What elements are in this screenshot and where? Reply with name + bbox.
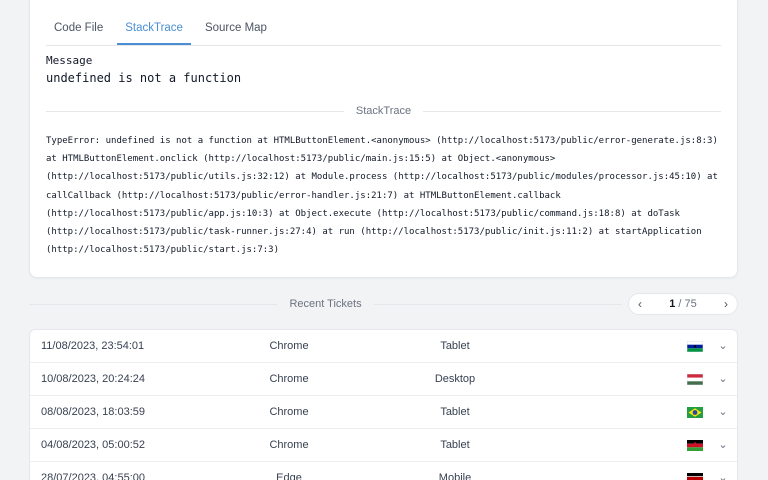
ticket-browser: Chrome [269,439,309,451]
chevron-down-icon[interactable]: ⌄ [715,330,731,363]
message-value: undefined is not a function [46,71,242,85]
ticket-device: Tablet [440,406,470,418]
table-row[interactable]: 11/08/2023, 23:54:01 Chrome Tablet ⌄ [30,330,737,363]
page-total: 75 [684,298,697,310]
ticket-datetime: 11/08/2023, 23:54:01 [41,340,145,352]
pagination: ‹ 1 / 75 › [628,293,739,315]
divider-line-right [373,303,623,305]
table-row[interactable]: 28/07/2023, 04:55:00 Edge Mobile ⌄ [30,462,737,480]
divider-line-left [46,110,344,112]
tab-stacktrace[interactable]: StackTrace [117,22,191,45]
divider-line-left [29,303,278,305]
page-separator: / [678,298,682,310]
recent-tickets-header: Recent Tickets ‹ 1 / 75 › [29,293,739,315]
kenya-flag-icon [687,473,703,480]
chevron-right-icon[interactable]: › [715,297,737,311]
tickets-table: 11/08/2023, 23:54:01 Chrome Tablet ⌄ 10/… [29,329,738,480]
chevron-down-icon[interactable]: ⌄ [715,396,731,429]
hungary-flag-icon [687,374,703,385]
ticket-device: Mobile [438,472,472,480]
page-indicator: 1 / 75 [651,298,715,310]
ticket-browser: Chrome [269,406,309,418]
stacktrace-divider-label: StackTrace [355,105,412,117]
table-row[interactable]: 08/08/2023, 18:03:59 Chrome Tablet ⌄ [30,396,737,429]
ticket-datetime: 04/08/2023, 05:00:52 [41,439,145,451]
malawi-flag-icon [687,440,703,451]
chevron-down-icon[interactable]: ⌄ [715,363,731,396]
message-label: Message [46,54,93,67]
ticket-browser: Chrome [269,340,309,352]
stacktrace-divider: StackTrace [46,105,722,117]
chevron-down-icon[interactable]: ⌄ [715,429,731,462]
ticket-device: Tablet [440,340,470,352]
divider-line-right [423,110,722,112]
page-current: 1 [669,298,676,310]
table-row[interactable]: 04/08/2023, 05:00:52 Chrome Tablet ⌄ [30,429,737,462]
detail-tabs: Code File StackTrace Source Map [46,0,721,46]
table-row[interactable]: 10/08/2023, 20:24:24 Chrome Desktop ⌄ [30,363,737,396]
chevron-left-icon[interactable]: ‹ [629,297,651,311]
lesotho-flag-icon [687,341,703,352]
ticket-browser: Edge [276,472,302,480]
stacktrace-text: TypeError: undefined is not a function a… [46,136,718,256]
chevron-down-icon[interactable]: ⌄ [715,462,731,480]
ticket-device: Tablet [440,439,470,451]
ticket-datetime: 28/07/2023, 04:55:00 [41,472,145,480]
error-detail-card: Code File StackTrace Source Map Message … [29,0,738,278]
tab-source-map[interactable]: Source Map [197,22,275,45]
recent-tickets-label: Recent Tickets [289,298,362,310]
tab-code-file[interactable]: Code File [46,22,111,45]
ticket-datetime: 10/08/2023, 20:24:24 [41,373,145,385]
ticket-datetime: 08/08/2023, 18:03:59 [41,406,145,418]
ticket-browser: Chrome [269,373,309,385]
ticket-device: Desktop [434,373,476,385]
brazil-flag-icon [687,407,703,418]
